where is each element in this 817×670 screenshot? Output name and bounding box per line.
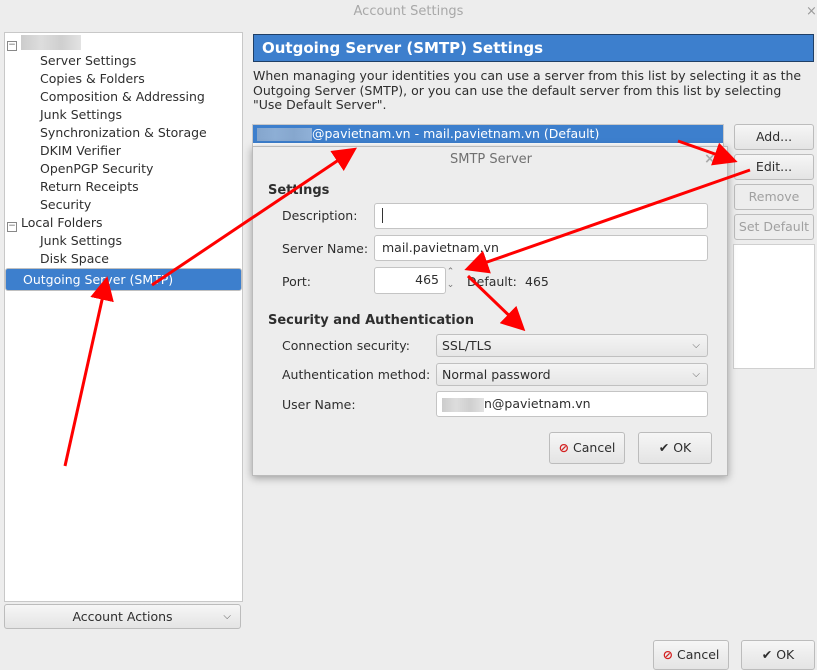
redacted-username: [442, 397, 484, 412]
page-title: Outgoing Server (SMTP) Settings: [253, 34, 814, 62]
cancel-label: Cancel: [677, 647, 720, 662]
dialog-ok-button[interactable]: ✔ OK: [638, 432, 712, 464]
chevron-down-icon: ⌵: [692, 340, 700, 351]
close-icon[interactable]: ×: [806, 4, 817, 19]
tree-account[interactable]: −: [7, 33, 81, 51]
auth-method-select[interactable]: Normal password ⌵: [436, 363, 708, 386]
connection-security-label: Connection security:: [282, 338, 410, 353]
cancel-icon: ⊘: [558, 440, 570, 455]
user-name-input[interactable]: n@pavietnam.vn: [436, 391, 708, 417]
dialog-cancel-button[interactable]: ⊘ Cancel: [549, 432, 625, 464]
port-label: Port:: [282, 274, 311, 289]
tree-item-dkim[interactable]: DKIM Verifier: [40, 142, 121, 160]
connection-security-value: SSL/TLS: [442, 338, 492, 353]
text-cursor: [382, 208, 387, 223]
smtp-server-dialog: SMTP Server × Settings Description: Serv…: [252, 146, 728, 476]
stepper-down-icon[interactable]: ⌄: [444, 279, 457, 292]
page-description: When managing your identities you can us…: [253, 68, 802, 112]
smtp-server-entry[interactable]: @pavietnam.vn - mail.pavietnam.vn (Defau…: [253, 125, 723, 143]
default-port-value: 465: [525, 274, 549, 289]
chevron-down-icon: ⌵: [223, 611, 231, 622]
close-icon[interactable]: ×: [704, 151, 716, 167]
tree-item-server-settings[interactable]: Server Settings: [40, 52, 136, 70]
account-tree: − Server Settings Copies & Folders Compo…: [4, 32, 243, 602]
check-icon: ✔: [658, 440, 670, 455]
connection-security-select[interactable]: SSL/TLS ⌵: [436, 334, 708, 357]
stepper-up-icon[interactable]: ⌃: [444, 266, 457, 279]
auth-method-value: Normal password: [442, 367, 551, 382]
remove-button[interactable]: Remove: [734, 184, 814, 210]
description-label: Description:: [282, 208, 358, 223]
tree-label: Local Folders: [21, 215, 103, 230]
edit-button[interactable]: Edit...: [734, 154, 814, 180]
user-name-value: n@pavietnam.vn: [484, 396, 591, 411]
tree-item-disk-space[interactable]: Disk Space: [40, 250, 109, 268]
tree-item-local-junk[interactable]: Junk Settings: [40, 232, 122, 250]
description-input[interactable]: [374, 203, 708, 229]
cancel-icon: ⊘: [662, 647, 674, 662]
server-details-panel: [733, 244, 815, 369]
server-name-input[interactable]: mail.pavietnam.vn: [374, 235, 708, 261]
tree-local-folders[interactable]: − Local Folders: [7, 214, 103, 232]
user-name-label: User Name:: [282, 397, 356, 412]
server-entry-label: @pavietnam.vn - mail.pavietnam.vn (Defau…: [312, 126, 600, 141]
account-actions-label: Account Actions: [72, 609, 173, 624]
security-heading: Security and Authentication: [268, 313, 474, 328]
tree-item-return-receipts[interactable]: Return Receipts: [40, 178, 139, 196]
redacted-username: [257, 128, 312, 141]
account-actions-button[interactable]: Account Actions ⌵: [4, 604, 241, 629]
chevron-down-icon: ⌵: [692, 369, 700, 380]
window-title: Account Settings: [353, 4, 464, 19]
redacted-account-name: [21, 35, 81, 50]
tree-item-openpgp[interactable]: OpenPGP Security: [40, 160, 153, 178]
tree-item-security[interactable]: Security: [40, 196, 91, 214]
ok-label: OK: [776, 647, 795, 662]
ok-label: OK: [673, 440, 692, 455]
tree-item-sync-storage[interactable]: Synchronization & Storage: [40, 124, 207, 142]
tree-item-copies-folders[interactable]: Copies & Folders: [40, 70, 145, 88]
collapse-icon[interactable]: −: [7, 41, 17, 51]
cancel-label: Cancel: [573, 440, 616, 455]
tree-item-composition[interactable]: Composition & Addressing: [40, 88, 205, 106]
port-input[interactable]: 465: [374, 267, 446, 294]
port-stepper[interactable]: ⌃ ⌄: [444, 266, 457, 294]
settings-heading: Settings: [268, 183, 330, 198]
set-default-button[interactable]: Set Default: [734, 214, 814, 240]
add-button[interactable]: Add...: [734, 124, 814, 150]
cancel-button[interactable]: ⊘ Cancel: [653, 640, 729, 670]
auth-method-label: Authentication method:: [282, 367, 431, 382]
tree-item-outgoing-server[interactable]: Outgoing Server (SMTP): [5, 268, 242, 291]
collapse-icon[interactable]: −: [7, 222, 17, 232]
check-icon: ✔: [761, 647, 773, 662]
ok-button[interactable]: ✔ OK: [741, 640, 815, 670]
tree-item-junk-settings[interactable]: Junk Settings: [40, 106, 122, 124]
default-port-label: Default:: [467, 274, 517, 289]
dialog-title: SMTP Server: [449, 152, 532, 167]
server-name-label: Server Name:: [282, 241, 369, 256]
